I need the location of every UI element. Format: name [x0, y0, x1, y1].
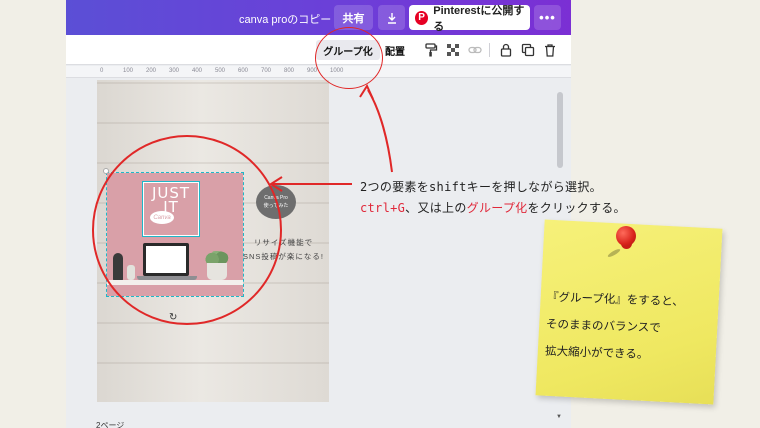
paint-roller-icon[interactable] [424, 43, 438, 57]
link-icon[interactable] [468, 43, 482, 57]
arrange-button[interactable]: 配置 [384, 40, 406, 60]
download-icon [387, 12, 396, 24]
top-bar: canva proのコピー 共有 P Pinterestに公開する ••• [66, 0, 571, 35]
group-highlight-text: グループ化 [466, 201, 528, 215]
pushpin-icon [616, 226, 636, 246]
ruler-tick: 600 [238, 68, 249, 74]
pinterest-publish-button[interactable]: P Pinterestに公開する [409, 5, 530, 33]
page-number-label: 2ページ [96, 421, 125, 428]
ruler-tick: 400 [192, 68, 203, 74]
pinterest-publish-label: Pinterestに公開する [433, 4, 525, 33]
duplicate-icon[interactable] [521, 43, 535, 57]
instruction-mid-text: 、又は上の [405, 201, 467, 215]
ruler-tick: 300 [169, 68, 180, 74]
scroll-down-icon[interactable]: ▼ [556, 414, 562, 420]
toolbar-divider [489, 43, 490, 57]
pinterest-icon: P [415, 10, 429, 25]
ruler-tick: 800 [284, 68, 295, 74]
instruction-line-1: 2つの要素をshiftキーを押しながら選択。 [360, 180, 602, 194]
vertical-scrollbar[interactable] [557, 92, 563, 168]
more-options-button[interactable]: ••• [534, 5, 561, 30]
sticky-line-3: 拡大縮小ができる。 [544, 343, 649, 362]
download-button[interactable] [378, 5, 405, 30]
highlight-circle-selection [92, 135, 282, 325]
trash-icon[interactable] [543, 43, 557, 57]
instruction-line-2: ctrl+G、又は上のグループ化をクリックする。 [360, 198, 626, 219]
ruler-tick: 500 [215, 68, 226, 74]
selection-handle[interactable] [103, 168, 109, 174]
ruler-tick: 900 [307, 68, 318, 74]
ruler-tick: 700 [261, 68, 272, 74]
instruction-note: 2つの要素をshiftキーを押しながら選択。 ctrl+G、又は上のグループ化を… [360, 177, 626, 219]
ruler-tick: 0 [100, 68, 104, 74]
highlight-circle-group-button [315, 27, 383, 89]
shortcut-text: ctrl+G [360, 201, 406, 215]
share-button[interactable]: 共有 [334, 5, 373, 30]
ruler-tick: 100 [123, 68, 134, 74]
ruler-tick: 200 [146, 68, 157, 74]
document-title[interactable]: canva proのコピー [239, 11, 331, 27]
sticky-note-text: 『グループ化』をすると、 そのままのバランスで 拡大縮小ができる。 [545, 284, 685, 370]
lock-icon[interactable] [499, 43, 513, 57]
instruction-end-text: をクリックする。 [527, 201, 626, 215]
transparency-icon[interactable] [446, 43, 460, 57]
